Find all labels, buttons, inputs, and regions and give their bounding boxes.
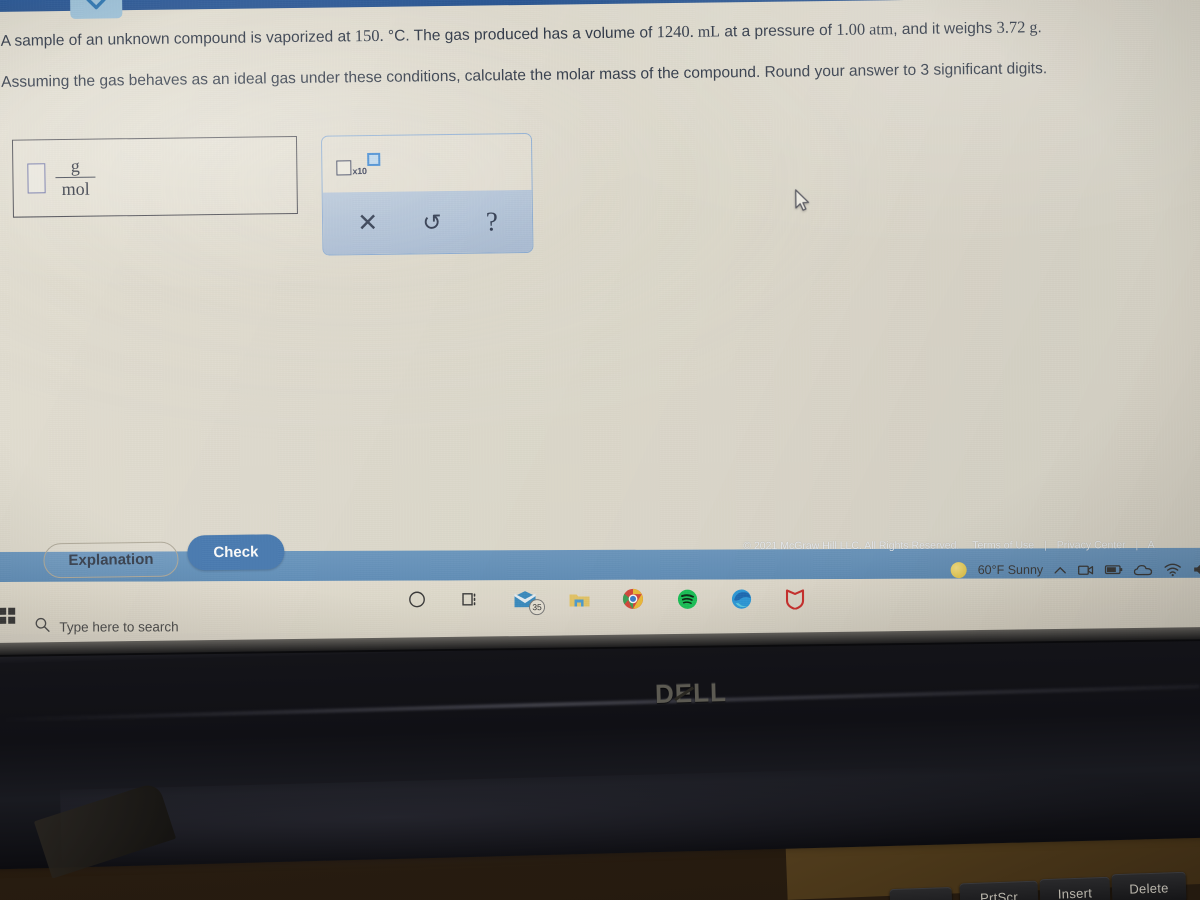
sci-exponent-square-icon [367,152,381,166]
sun-icon [950,562,967,579]
privacy-center-link[interactable]: Privacy Center [1057,539,1126,551]
mcafee-icon[interactable] [782,585,808,611]
q-text-a: A sample of an unknown compound is vapor… [0,28,355,50]
q-mass: 3.72 [996,17,1026,37]
mail-icon[interactable]: 35 [512,586,546,616]
task-view-icon[interactable] [458,586,484,612]
laptop-screen: A sample of an unknown compound is vapor… [0,0,1200,655]
keyboard-key-prtscr[interactable]: PrtScr [959,880,1039,900]
dell-logo-ll: LL [692,677,728,708]
wifi-icon[interactable] [1164,562,1182,577]
copyright-text: © 2021 McGraw Hill LLC. All Rights Reser… [743,539,960,553]
chevron-up-icon[interactable] [1054,564,1067,575]
windows-start-icon[interactable] [0,607,16,624]
q-text-e: . [1037,19,1042,37]
answer-units-fraction: g mol [55,156,96,199]
unit-denominator: mol [61,178,90,200]
mail-badge-count: 35 [529,599,546,616]
math-toolbar: x10 ✕ ↺ ? [320,132,534,256]
cortana-circle-icon[interactable] [404,586,430,612]
math-toolbar-top-row: x10 [322,134,532,193]
onedrive-cloud-icon[interactable] [1134,563,1153,576]
keyboard-key-blank[interactable] [889,886,953,900]
scientific-notation-button[interactable]: x10 [336,152,381,176]
weather-text[interactable]: 60°F Sunny [978,563,1044,577]
edge-icon[interactable] [728,586,754,612]
footer-legal-text: © 2021 McGraw Hill LLC. All Rights Reser… [743,539,1154,552]
math-toolbar-bottom-row: ✕ ↺ ? [322,189,533,255]
q-temperature: 150. [354,25,384,46]
q-pressure-unit: atm [865,21,894,39]
q-volume: 1240. [656,21,694,42]
question-text: A sample of an unknown compound is vapor… [0,12,1181,110]
answer-value-input[interactable] [27,163,46,194]
spotify-icon[interactable] [674,586,700,612]
q-pressure: 1.00 [836,19,866,39]
q-mass-unit: g [1025,19,1038,37]
chevron-down-icon [86,0,106,10]
volume-icon[interactable] [1193,562,1200,576]
q-volume-unit: mL [693,23,721,41]
search-input[interactable]: Type here to search [59,619,178,634]
q-text-d: , and it weighs [893,19,997,39]
footer-separator-2: | [1135,539,1139,552]
terms-of-use-link[interactable]: Terms of Use [972,539,1034,551]
answer-input-box[interactable]: g mol [11,135,298,218]
dell-logo-e: E [674,677,694,709]
photo-scene: DELL PrtScr Insert Delete A sample of an… [0,0,1200,900]
taskbar-app-icons: 35 [404,585,808,616]
system-tray: 60°F Sunny [950,561,1200,579]
check-button[interactable]: Check [187,534,285,571]
camera-icon[interactable] [1078,563,1094,577]
chrome-icon[interactable] [620,586,646,612]
collapse-panel-tab[interactable] [69,0,123,19]
battery-icon[interactable] [1105,564,1123,576]
mouse-pointer-icon [794,188,811,217]
keyboard-key-delete[interactable]: Delete [1111,871,1187,900]
footer-separator-1: | [1044,539,1047,552]
taskbar-search[interactable]: Type here to search [34,616,179,638]
dell-logo-d: D [654,678,676,709]
sci-base-square-icon [336,159,352,175]
keyboard-key-insert[interactable]: Insert [1039,876,1111,900]
undo-arrow-icon[interactable]: ↺ [422,209,442,235]
q-text-b: °C. The gas produced has a volume of [383,24,657,45]
footer-truncated-link[interactable]: A [1148,539,1155,551]
explanation-button[interactable]: Explanation [43,541,179,579]
unit-numerator: g [70,155,80,176]
search-icon [34,617,50,638]
question-line-2: Assuming the gas behaves as an ideal gas… [1,59,1048,91]
sci-x10-label: x10 [352,165,367,176]
clear-x-icon[interactable]: ✕ [357,208,378,236]
file-explorer-icon[interactable] [566,586,592,612]
question-mark-icon[interactable]: ? [486,206,498,236]
dell-logo: DELL [655,677,728,710]
q-text-c: at a pressure of [719,21,837,41]
